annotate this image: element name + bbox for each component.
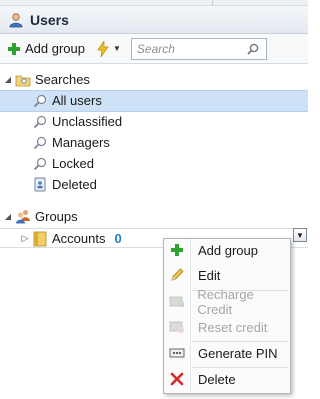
tree-item-deleted[interactable]: Deleted bbox=[32, 174, 97, 195]
menu-item-label: Delete bbox=[198, 371, 236, 387]
group-count-badge: 0 bbox=[114, 231, 122, 246]
lightning-icon bbox=[96, 40, 110, 57]
menu-item-label: Edit bbox=[198, 267, 221, 283]
pencil-icon bbox=[164, 267, 190, 283]
tree-item-label: Managers bbox=[52, 135, 110, 150]
menu-item-label: Add group bbox=[198, 242, 258, 258]
tree-item-all-users[interactable]: All users bbox=[32, 90, 102, 111]
panel-title: Users bbox=[30, 11, 69, 28]
expanded-arrow-icon[interactable]: ◢ bbox=[3, 212, 13, 221]
tree-item-unclassified[interactable]: Unclassified bbox=[32, 111, 122, 132]
panel-header: Users bbox=[0, 6, 308, 34]
tree-item-label: Deleted bbox=[52, 177, 97, 192]
menu-item-reset-credit[interactable]: Reset credit bbox=[164, 316, 290, 338]
tree-item-accounts[interactable]: ▷ Accounts 0 bbox=[20, 228, 122, 249]
menu-item-edit[interactable]: Edit bbox=[164, 264, 290, 286]
plus-icon bbox=[164, 243, 190, 257]
groups-icon bbox=[15, 209, 31, 225]
tree-item-label: Unclassified bbox=[52, 114, 123, 129]
tree-item-label: All users bbox=[52, 93, 102, 108]
menu-item-recharge-credit[interactable]: Recharge Credit bbox=[164, 287, 290, 317]
plus-icon bbox=[7, 42, 21, 56]
actions-dropdown-button[interactable]: ▼ bbox=[96, 40, 121, 57]
menu-item-label: Reset credit bbox=[198, 319, 268, 335]
tree-node-label: Searches bbox=[35, 72, 90, 87]
toolbar: Add group ▼ bbox=[0, 34, 308, 64]
add-group-label: Add group bbox=[25, 41, 85, 56]
folder-group-icon bbox=[32, 231, 48, 247]
folder-search-icon bbox=[15, 72, 31, 88]
magnifier-icon bbox=[32, 135, 48, 151]
tree-item-locked[interactable]: Locked bbox=[32, 153, 94, 174]
reset-icon bbox=[164, 320, 190, 334]
pin-icon bbox=[164, 348, 190, 358]
expanded-arrow-icon[interactable]: ◢ bbox=[3, 75, 13, 84]
menu-item-delete[interactable]: Delete bbox=[164, 368, 290, 390]
chevron-down-icon: ▼ bbox=[296, 230, 304, 240]
deleted-user-icon bbox=[32, 177, 48, 193]
add-group-button[interactable]: Add group bbox=[4, 38, 88, 60]
magnifier-icon bbox=[32, 156, 48, 172]
search-box bbox=[130, 37, 267, 60]
search-icon[interactable] bbox=[244, 40, 262, 58]
menu-item-generate-pin[interactable]: Generate PIN bbox=[164, 342, 290, 364]
row-menu-dropdown-button[interactable]: ▼ bbox=[293, 228, 307, 242]
magnifier-icon bbox=[32, 93, 48, 109]
tree-node-searches[interactable]: ◢ Searches bbox=[3, 69, 90, 90]
menu-item-label: Generate PIN bbox=[198, 345, 278, 361]
user-icon bbox=[8, 12, 24, 28]
search-input[interactable] bbox=[131, 39, 244, 58]
chevron-down-icon: ▼ bbox=[113, 44, 121, 53]
menu-item-add-group[interactable]: Add group bbox=[164, 239, 290, 261]
collapsed-arrow-icon[interactable]: ▷ bbox=[20, 233, 30, 244]
magnifier-icon bbox=[32, 114, 48, 130]
tree-item-managers[interactable]: Managers bbox=[32, 132, 110, 153]
delete-x-icon bbox=[164, 372, 190, 386]
recharge-icon bbox=[164, 295, 189, 309]
tree-node-groups[interactable]: ◢ Groups bbox=[3, 206, 78, 227]
context-menu: Add group Edit Recharge Credit Reset cre… bbox=[163, 238, 291, 394]
tree-node-label: Groups bbox=[35, 209, 78, 224]
tree-item-label: Accounts bbox=[52, 231, 106, 246]
menu-item-label: Recharge Credit bbox=[197, 287, 254, 317]
tree-item-label: Locked bbox=[52, 156, 94, 171]
